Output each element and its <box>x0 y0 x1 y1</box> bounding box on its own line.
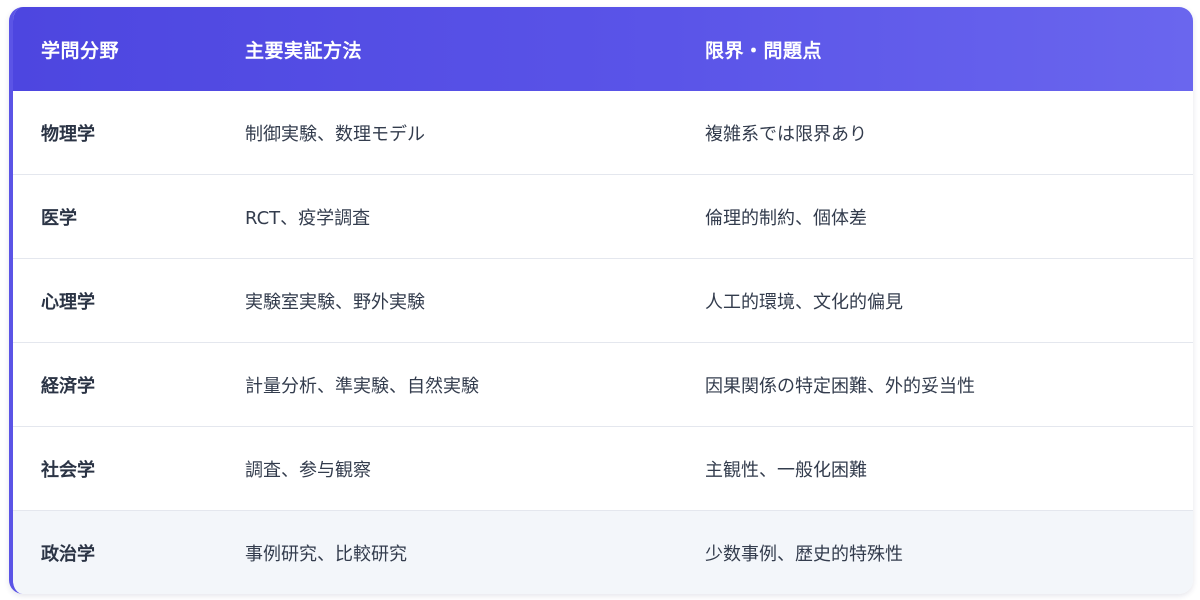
table-row: 経済学 計量分析、準実験、自然実験 因果関係の特定困難、外的妥当性 <box>13 343 1193 427</box>
methods-cell: 実験室実験、野外実験 <box>245 291 425 313</box>
limitations-cell: 主観性、一般化困難 <box>705 459 867 481</box>
field-cell: 政治学 <box>41 543 95 565</box>
field-cell: 経済学 <box>41 375 95 397</box>
field-cell: 社会学 <box>41 459 95 481</box>
comparison-table: 学問分野 主要実証方法 限界・問題点 物理学 制御実験、数理モデル 複雑系では限… <box>9 7 1193 594</box>
table-row: 社会学 調査、参与観察 主観性、一般化困難 <box>13 427 1193 511</box>
limitations-cell: 少数事例、歴史的特殊性 <box>705 543 903 565</box>
table-row: 心理学 実験室実験、野外実験 人工的環境、文化的偏見 <box>13 259 1193 343</box>
methods-cell: 事例研究、比較研究 <box>245 543 407 565</box>
header-limitations: 限界・問題点 <box>705 39 823 62</box>
limitations-cell: 倫理的制約、個体差 <box>705 207 867 229</box>
methods-cell: RCT、疫学調査 <box>245 207 371 229</box>
limitations-cell: 複雑系では限界あり <box>705 123 867 145</box>
field-cell: 心理学 <box>41 291 95 313</box>
methods-cell: 調査、参与観察 <box>245 459 371 481</box>
limitations-cell: 人工的環境、文化的偏見 <box>705 291 903 313</box>
field-cell: 物理学 <box>41 123 95 145</box>
header-methods: 主要実証方法 <box>245 39 363 62</box>
header-field: 学問分野 <box>41 39 120 62</box>
table-row: 医学 RCT、疫学調査 倫理的制約、個体差 <box>13 175 1193 259</box>
field-cell: 医学 <box>41 207 77 229</box>
table-header: 学問分野 主要実証方法 限界・問題点 <box>13 7 1193 91</box>
table-row-highlighted: 政治学 事例研究、比較研究 少数事例、歴史的特殊性 <box>13 511 1193 594</box>
table-row: 物理学 制御実験、数理モデル 複雑系では限界あり <box>13 91 1193 175</box>
methods-cell: 計量分析、準実験、自然実験 <box>245 375 479 397</box>
methods-cell: 制御実験、数理モデル <box>245 123 425 145</box>
limitations-cell: 因果関係の特定困難、外的妥当性 <box>705 375 975 397</box>
